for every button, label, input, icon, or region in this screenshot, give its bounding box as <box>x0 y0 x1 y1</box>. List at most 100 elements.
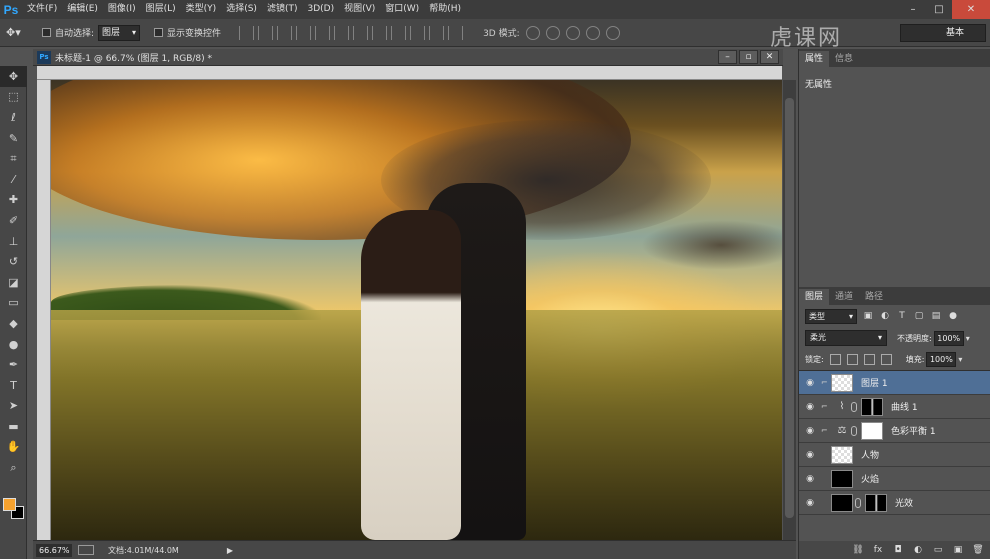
opacity-input[interactable]: 100% <box>933 330 964 346</box>
auto-select-dropdown[interactable]: 图层 <box>98 24 141 41</box>
mask-link-icon[interactable] <box>851 401 857 412</box>
distribute-top-icon[interactable] <box>353 25 369 40</box>
visibility-eye-icon[interactable]: ◉ <box>799 474 821 484</box>
fill-arrow-icon[interactable]: ▾ <box>958 355 962 364</box>
maximize-button[interactable]: □ <box>926 0 952 19</box>
menu-3d[interactable]: 3D(D) <box>302 0 339 19</box>
history-brush-icon[interactable]: ↺ <box>0 251 27 272</box>
layer-style-icon[interactable]: fx <box>871 544 885 556</box>
filter-pixel-icon[interactable]: ▣ <box>862 310 874 322</box>
minimize-button[interactable]: – <box>900 0 926 19</box>
auto-select-checkbox[interactable] <box>42 28 51 37</box>
filter-smart-icon[interactable]: ▤ <box>930 310 942 322</box>
3d-slide-icon[interactable] <box>585 25 600 40</box>
move-tool-preset-icon[interactable]: ✥▾ <box>6 23 36 43</box>
layer-mask-thumbnail[interactable] <box>861 421 883 440</box>
layer-row-curves1[interactable]: ◉ ⌐ ⌇ 曲线 1 <box>799 395 990 419</box>
visibility-eye-icon[interactable]: ◉ <box>799 378 821 388</box>
filter-shape-icon[interactable]: ▢ <box>913 310 925 322</box>
pen-tool-icon[interactable]: ✒ <box>0 354 27 375</box>
path-select-tool-icon[interactable]: ➤ <box>0 396 27 417</box>
zoom-tool-icon[interactable]: ⌕ <box>0 457 27 478</box>
filter-type-icon[interactable]: T <box>896 310 908 322</box>
align-hcenter-icon[interactable] <box>315 25 331 40</box>
crop-tool-icon[interactable]: ⌗ <box>0 148 27 169</box>
status-menu-arrow-icon[interactable]: ▶ <box>227 546 233 555</box>
align-left-icon[interactable] <box>296 25 312 40</box>
delete-layer-icon[interactable]: 🗑 <box>971 544 985 556</box>
filter-adjustment-icon[interactable]: ◐ <box>879 310 891 322</box>
zoom-level-field[interactable]: 66.67% <box>36 543 72 557</box>
align-top-icon[interactable] <box>239 25 255 40</box>
horizontal-ruler[interactable] <box>37 66 782 80</box>
menu-type[interactable]: 类型(Y) <box>181 0 222 19</box>
link-layers-icon[interactable]: ⛓ <box>851 544 865 556</box>
status-export-icon[interactable] <box>78 545 94 555</box>
color-swatches[interactable] <box>3 498 25 522</box>
tab-paths[interactable]: 路径 <box>859 289 889 305</box>
dodge-tool-icon[interactable]: ● <box>0 334 27 355</box>
layer-row-light[interactable]: ◉ 光效 <box>799 491 990 515</box>
eyedropper-tool-icon[interactable]: ⁄ <box>0 169 27 190</box>
lock-image-icon[interactable] <box>846 354 858 365</box>
shape-tool-icon[interactable]: ▬ <box>0 416 27 437</box>
menu-help[interactable]: 帮助(H) <box>424 0 466 19</box>
distribute-left-icon[interactable] <box>410 25 426 40</box>
mask-link-icon[interactable] <box>855 497 861 508</box>
distribute-right-icon[interactable] <box>448 25 464 40</box>
document-canvas[interactable] <box>51 80 782 540</box>
tab-layers[interactable]: 图层 <box>799 289 830 305</box>
lock-position-icon[interactable] <box>863 354 875 365</box>
lock-all-icon[interactable] <box>880 354 892 365</box>
new-layer-icon[interactable]: ▣ <box>951 544 965 556</box>
visibility-eye-icon[interactable]: ◉ <box>799 402 821 412</box>
eraser-tool-icon[interactable]: ◪ <box>0 272 27 293</box>
3d-pan-icon[interactable] <box>565 25 580 40</box>
hand-tool-icon[interactable]: ✋ <box>0 437 27 458</box>
distribute-bottom-icon[interactable] <box>391 25 407 40</box>
gradient-tool-icon[interactable]: ▭ <box>0 293 27 314</box>
visibility-eye-icon[interactable]: ◉ <box>799 498 821 508</box>
type-tool-icon[interactable]: T <box>0 375 27 396</box>
foreground-color-swatch[interactable] <box>3 498 16 511</box>
tab-channels[interactable]: 通道 <box>829 289 859 305</box>
visibility-eye-icon[interactable]: ◉ <box>799 450 821 460</box>
move-tool-icon[interactable]: ✥ <box>0 66 27 87</box>
layer-kind-dropdown[interactable]: 类型 <box>805 308 857 324</box>
layer-row-color-balance1[interactable]: ◉ ⌐ ⚖ 色彩平衡 1 <box>799 419 990 443</box>
doc-close-button[interactable]: ✕ <box>760 50 779 64</box>
menu-image[interactable]: 图像(I) <box>103 0 141 19</box>
menu-view[interactable]: 视图(V) <box>339 0 380 19</box>
blend-mode-dropdown[interactable]: 柔光 <box>805 330 887 346</box>
fill-input[interactable]: 100% <box>926 352 957 367</box>
menu-layer[interactable]: 图层(L) <box>141 0 181 19</box>
menu-select[interactable]: 选择(S) <box>221 0 262 19</box>
tab-properties[interactable]: 属性 <box>799 51 830 67</box>
menu-file[interactable]: 文件(F) <box>22 0 62 19</box>
align-bottom-icon[interactable] <box>277 25 293 40</box>
tab-info[interactable]: 信息 <box>829 51 859 67</box>
doc-restore-button[interactable]: ▫ <box>739 50 758 64</box>
layer-row-person[interactable]: ◉ 人物 <box>799 443 990 467</box>
brush-tool-icon[interactable]: ✐ <box>0 210 27 231</box>
vertical-ruler[interactable] <box>37 80 51 540</box>
scroll-thumb[interactable] <box>785 98 794 518</box>
layer-row-layer1[interactable]: ◉ ⌐ 图层 1 <box>799 371 990 395</box>
new-group-icon[interactable]: ▭ <box>931 544 945 556</box>
layer-mask-thumbnail[interactable] <box>865 493 887 512</box>
align-vcenter-icon[interactable] <box>258 25 274 40</box>
lasso-tool-icon[interactable]: ℓ <box>0 107 27 128</box>
layer-row-flame[interactable]: ◉ 火焰 <box>799 467 990 491</box>
blur-tool-icon[interactable]: ◆ <box>0 313 27 334</box>
visibility-eye-icon[interactable]: ◉ <box>799 426 821 436</box>
mask-link-icon[interactable] <box>851 425 857 436</box>
3d-scale-icon[interactable] <box>605 25 620 40</box>
layer-mask-thumbnail[interactable] <box>861 397 883 416</box>
add-mask-icon[interactable]: ◘ <box>891 544 905 556</box>
new-adjustment-icon[interactable]: ◐ <box>911 544 925 556</box>
stamp-tool-icon[interactable]: ⊥ <box>0 231 27 252</box>
quick-select-tool-icon[interactable]: ✎ <box>0 128 27 149</box>
distribute-hcenter-icon[interactable] <box>429 25 445 40</box>
close-button[interactable]: ✕ <box>952 0 990 19</box>
menu-edit[interactable]: 编辑(E) <box>62 0 103 19</box>
